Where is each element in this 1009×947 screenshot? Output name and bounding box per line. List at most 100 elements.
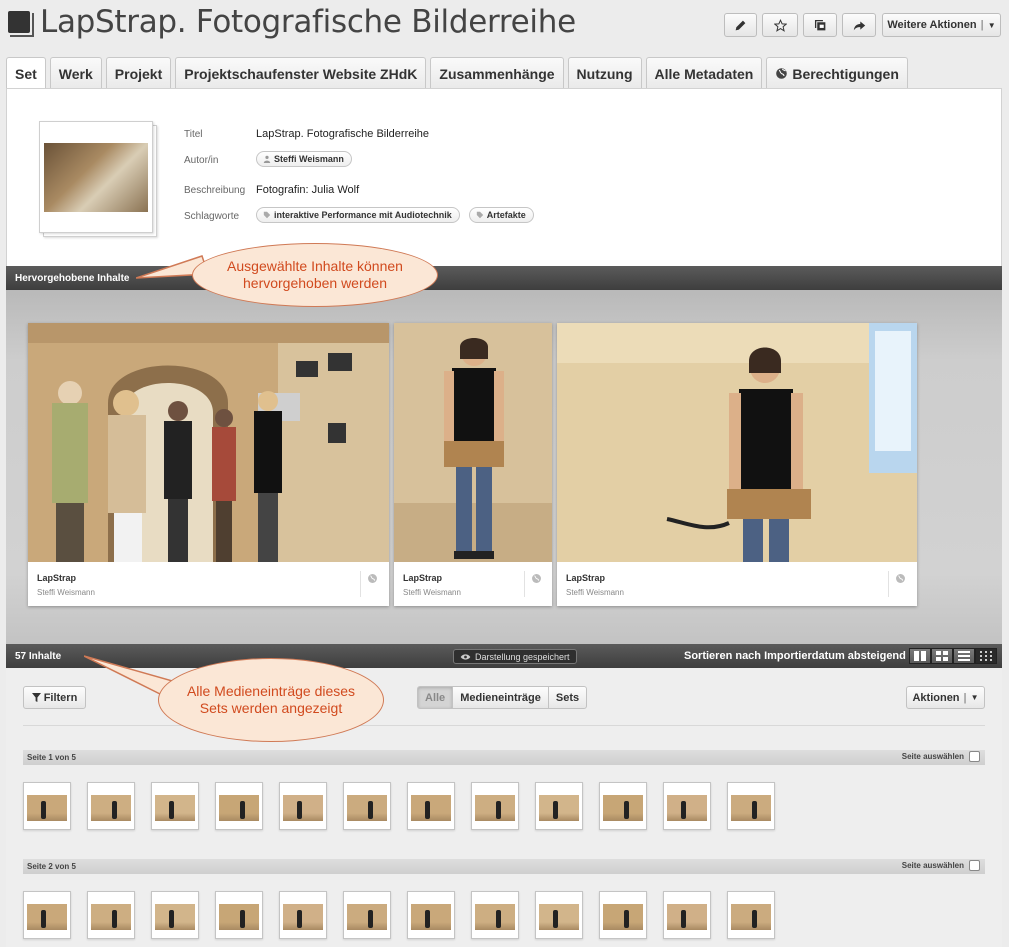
tab-projekt[interactable]: Projekt	[105, 57, 172, 89]
grid-icon	[936, 651, 948, 661]
segment-media-entries[interactable]: Medieneinträge	[452, 686, 549, 709]
tab-label: Set	[15, 66, 37, 82]
select-page-checkbox[interactable]	[969, 751, 980, 762]
media-thumbnail[interactable]	[23, 891, 71, 939]
media-thumbnail[interactable]	[599, 782, 647, 830]
view-list-button[interactable]	[953, 648, 975, 664]
media-thumbnail[interactable]	[535, 891, 583, 939]
callout-text: Ausgewählte Inhalte können hervorgehoben…	[227, 258, 403, 291]
globe-icon[interactable]	[367, 573, 378, 584]
media-thumbnail[interactable]	[87, 891, 135, 939]
view-miniature-button[interactable]	[975, 648, 997, 664]
media-thumbnail[interactable]	[343, 782, 391, 830]
featured-photo	[557, 323, 917, 562]
thumbnail-image	[155, 904, 195, 930]
filter-label: Filtern	[43, 691, 78, 704]
thumbnail-image	[91, 904, 131, 930]
media-thumbnail[interactable]	[727, 891, 775, 939]
set-metadata-panel: Titel LapStrap. Fotografische Bilderreih…	[6, 88, 1002, 266]
actions-button[interactable]: Aktionen | ▼	[906, 686, 985, 709]
media-thumbnail[interactable]	[87, 782, 135, 830]
featured-card[interactable]: LapStrap Steffi Weismann	[557, 323, 917, 606]
media-thumbnail[interactable]	[151, 782, 199, 830]
tab-set[interactable]: Set	[6, 57, 46, 90]
view-grid-button[interactable]	[931, 648, 953, 664]
select-page[interactable]: Seite auswählen	[902, 751, 980, 762]
select-page[interactable]: Seite auswählen	[902, 860, 980, 871]
tab-zusammenhaenge[interactable]: Zusammenhänge	[430, 57, 564, 89]
type-filter-segment: Alle Medieneinträge Sets	[417, 686, 588, 709]
author-pill[interactable]: Steffi Weismann	[256, 151, 352, 167]
favorite-button[interactable]	[762, 13, 798, 37]
collection-button[interactable]	[803, 13, 837, 37]
thumbnail-image	[283, 904, 323, 930]
person-icon	[263, 155, 271, 163]
media-thumbnail[interactable]	[407, 782, 455, 830]
keyword-pill[interactable]: interaktive Performance mit Audiotechnik	[256, 207, 460, 223]
share-button[interactable]	[842, 13, 876, 37]
page-header-1: Seite 1 von 5 Seite auswählen	[23, 750, 985, 765]
thumbnail-figure	[681, 910, 686, 928]
media-thumbnail[interactable]	[663, 782, 711, 830]
star-icon	[773, 18, 787, 32]
tab-berechtigungen[interactable]: Berechtigungen	[766, 57, 908, 89]
media-thumbnail[interactable]	[215, 891, 263, 939]
thumbnail-figure	[297, 801, 302, 819]
more-actions-separator: |	[980, 19, 984, 31]
segment-sets[interactable]: Sets	[547, 686, 588, 709]
media-thumbnail[interactable]	[535, 782, 583, 830]
keyword-pill[interactable]: Artefakte	[468, 207, 534, 223]
view-tiles-button[interactable]	[909, 648, 931, 664]
miniature-grid-icon	[980, 651, 992, 661]
globe-icon[interactable]	[531, 573, 542, 584]
media-thumbnail[interactable]	[663, 891, 711, 939]
card-divider	[524, 571, 525, 597]
media-thumbnail[interactable]	[599, 891, 647, 939]
caret-down-icon: ▼	[970, 693, 979, 702]
thumbnail-figure	[112, 910, 117, 928]
media-thumbnail[interactable]	[471, 782, 519, 830]
sort-dropdown[interactable]: Sortieren nach Importierdatum absteigend…	[684, 650, 916, 662]
thumbnail-figure	[752, 910, 757, 928]
author-value: Steffi Weismann	[256, 151, 358, 167]
card-title: LapStrap	[566, 573, 606, 583]
divider	[23, 725, 985, 726]
thumbnail-figure	[496, 910, 501, 928]
tab-label: Alle Metadaten	[654, 65, 754, 82]
saved-view-badge[interactable]: Darstellung gespeichert	[453, 649, 577, 664]
select-page-label: Seite auswählen	[901, 752, 964, 761]
tab-alle-metadaten[interactable]: Alle Metadaten	[645, 57, 763, 89]
media-thumbnail[interactable]	[279, 891, 327, 939]
media-thumbnail[interactable]	[343, 891, 391, 939]
featured-photo	[28, 323, 389, 562]
select-page-checkbox[interactable]	[969, 860, 980, 871]
more-actions-label: Weitere Aktionen	[887, 19, 977, 31]
set-cover-thumbnail[interactable]	[39, 121, 157, 237]
tab-label: Projektschaufenster Website ZHdK	[184, 65, 418, 82]
tab-nutzung[interactable]: Nutzung	[567, 57, 642, 89]
view-mode-switch	[909, 648, 997, 664]
edit-button[interactable]	[724, 13, 757, 37]
featured-card[interactable]: LapStrap Steffi Weismann	[28, 323, 389, 606]
tab-projektschaufenster[interactable]: Projektschaufenster Website ZHdK	[175, 57, 427, 89]
media-thumbnail[interactable]	[215, 782, 263, 830]
tab-bar: Set Werk Projekt Projektschaufenster Web…	[6, 57, 912, 90]
card-author: Steffi Weismann	[566, 588, 624, 597]
media-thumbnail[interactable]	[727, 782, 775, 830]
media-thumbnail[interactable]	[471, 891, 519, 939]
segment-all[interactable]: Alle	[417, 686, 454, 709]
media-thumbnail[interactable]	[151, 891, 199, 939]
card-author: Steffi Weismann	[403, 588, 461, 597]
filter-button[interactable]: Filtern	[23, 686, 86, 709]
featured-card[interactable]: LapStrap Steffi Weismann	[394, 323, 552, 606]
thumbnail-stack-front	[39, 121, 153, 233]
media-thumbnail[interactable]	[23, 782, 71, 830]
page-header-2: Seite 2 von 5 Seite auswählen	[23, 859, 985, 874]
media-thumbnail[interactable]	[279, 782, 327, 830]
media-list-area: Filtern Alle Medieneinträge Sets Aktione…	[6, 668, 1002, 947]
more-actions-button[interactable]: Weitere Aktionen | ▼	[882, 13, 1001, 37]
media-thumbnail[interactable]	[407, 891, 455, 939]
globe-icon[interactable]	[895, 573, 906, 584]
thumbnail-figure	[425, 910, 430, 928]
tab-werk[interactable]: Werk	[49, 57, 102, 89]
